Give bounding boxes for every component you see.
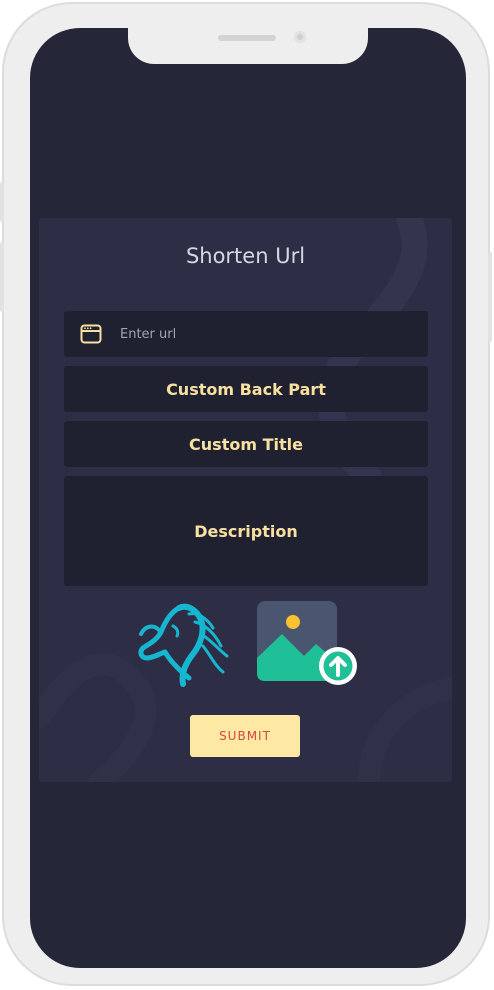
shorten-url-card: Shorten Url Custom Back Part Custom Titl… [39, 218, 452, 782]
description-label: Description [194, 521, 298, 541]
submit-button[interactable]: SUBMIT [190, 715, 300, 757]
page-title: Shorten Url [185, 244, 306, 268]
side-button [488, 252, 492, 342]
phone-screen: Shorten Url Custom Back Part Custom Titl… [30, 28, 466, 968]
custom-back-part-label: Custom Back Part [166, 379, 326, 399]
phone-frame: Shorten Url Custom Back Part Custom Titl… [0, 2, 492, 986]
description-field[interactable]: Description [64, 476, 428, 586]
horse-logo-icon [138, 603, 229, 687]
side-button [0, 182, 4, 222]
image-upload-icon[interactable] [256, 600, 358, 690]
speaker [218, 35, 276, 41]
custom-title-field[interactable]: Custom Title [64, 421, 428, 467]
camera [294, 31, 306, 43]
url-input[interactable] [118, 325, 402, 343]
notch [128, 28, 368, 64]
custom-back-part-field[interactable]: Custom Back Part [64, 366, 428, 412]
browser-window-icon [80, 324, 102, 344]
custom-title-label: Custom Title [189, 434, 303, 454]
side-button [0, 242, 4, 312]
url-field[interactable] [64, 311, 428, 357]
